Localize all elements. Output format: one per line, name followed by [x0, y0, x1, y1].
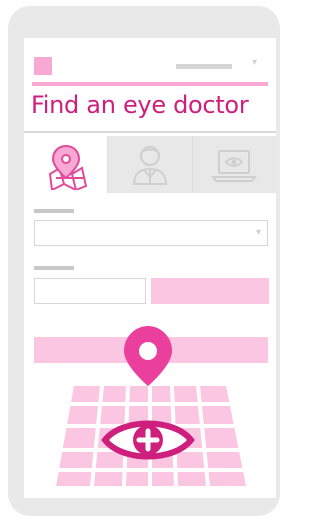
- field-label-placeholder: [34, 266, 74, 270]
- tab-location[interactable]: [24, 136, 109, 193]
- page-title: Find an eye doctor: [31, 91, 249, 119]
- map-pin-icon: [48, 144, 87, 190]
- search-tabs: [24, 136, 276, 193]
- field-label-placeholder: [34, 209, 74, 213]
- tab-doctor[interactable]: [108, 136, 193, 193]
- title-divider: [24, 131, 276, 133]
- chevron-down-icon[interactable]: ▾: [252, 58, 257, 68]
- eye-doctor-map-illustration: [56, 326, 246, 487]
- chevron-down-icon: ▾: [255, 227, 261, 238]
- doctor-icon: [132, 145, 167, 185]
- map-pin-icon: [124, 326, 172, 386]
- dropdown-select[interactable]: ▾: [34, 220, 268, 246]
- tab-online[interactable]: [192, 136, 276, 193]
- laptop-eye-icon: [211, 149, 258, 182]
- eye-icon: [101, 420, 195, 460]
- header-menu-placeholder[interactable]: [176, 64, 232, 69]
- header-divider: [32, 82, 268, 86]
- logo: [34, 57, 52, 75]
